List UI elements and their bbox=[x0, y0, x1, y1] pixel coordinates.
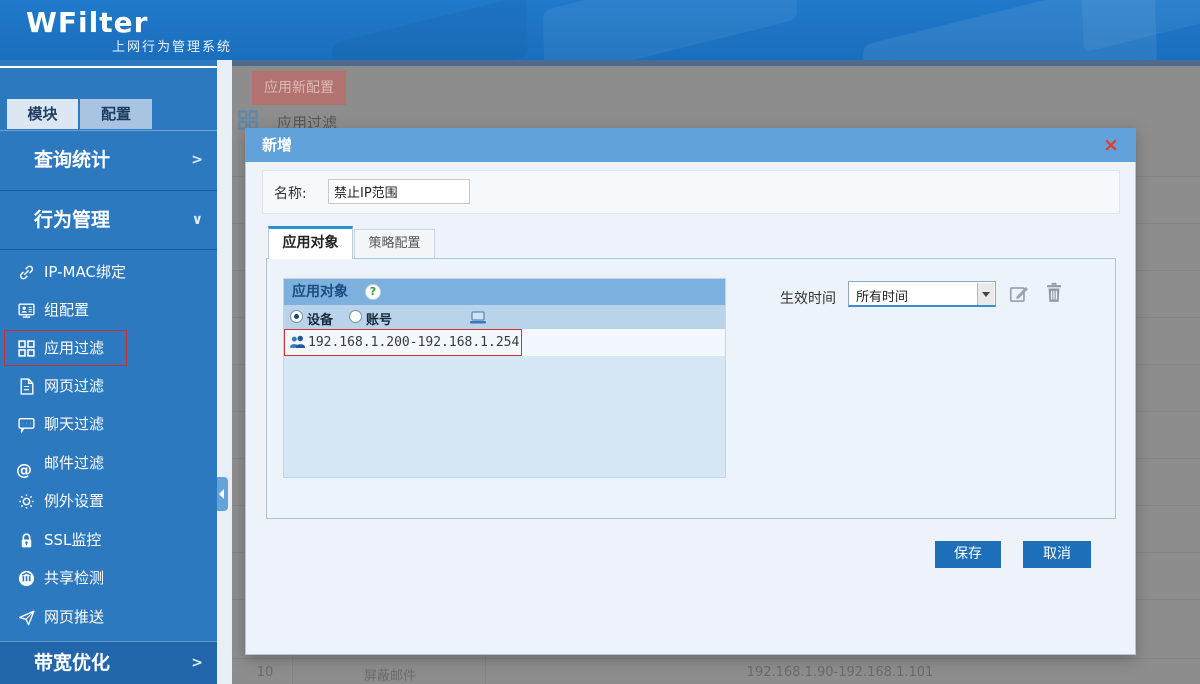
sidebar-item-chat-filter[interactable]: 聊天过滤 bbox=[0, 405, 217, 443]
brand-subtitle: 上网行为管理系统 bbox=[112, 40, 233, 55]
tab-apply-objects[interactable]: 应用对象 bbox=[268, 226, 353, 259]
sidebar-gutter bbox=[217, 60, 232, 684]
sidebar-item-label: IP-MAC绑定 bbox=[44, 263, 126, 281]
apply-new-config-button[interactable]: 应用新配置 bbox=[252, 71, 346, 105]
sidebar-item-label: 共享检测 bbox=[44, 569, 105, 587]
panel-header-label: 应用对象 bbox=[292, 284, 348, 300]
table-row-name: 屏蔽邮件 bbox=[363, 669, 416, 684]
table-row-line bbox=[232, 658, 1200, 659]
schedule-selected-value: 所有时间 bbox=[856, 290, 909, 305]
sidebar-item-ip-mac-binding[interactable]: IP-MAC绑定 bbox=[0, 253, 217, 291]
header-deco-key bbox=[331, 0, 529, 60]
name-input[interactable] bbox=[328, 179, 470, 204]
section-label: 查询统计 bbox=[34, 149, 111, 171]
object-type-row: 设备 账号 bbox=[284, 305, 725, 329]
radio-device-label[interactable]: 设备 bbox=[307, 309, 333, 328]
sidebar-collapse-handle[interactable] bbox=[217, 477, 228, 511]
section-label: 带宽优化 bbox=[34, 652, 111, 674]
sidebar-item-web-push[interactable]: 网页推送 bbox=[0, 598, 217, 636]
sidebar-section-behavior-mgmt[interactable]: 行为管理 ∨ bbox=[0, 192, 217, 250]
tab-policy-config[interactable]: 策略配置 bbox=[354, 229, 435, 259]
radio-account-label[interactable]: 账号 bbox=[366, 309, 392, 328]
cancel-button[interactable]: 取消 bbox=[1023, 541, 1091, 568]
sidebar-tab-module[interactable]: 模块 bbox=[7, 99, 78, 129]
sidebar-item-label: 邮件过滤 bbox=[44, 454, 105, 472]
panel-header: 应用对象 ? bbox=[284, 279, 725, 305]
share-detect-icon bbox=[17, 569, 37, 589]
link-icon bbox=[17, 263, 37, 283]
sidebar-section-query-stats[interactable]: 查询统计 > bbox=[0, 131, 217, 191]
sidebar-item-label: SSL监控 bbox=[44, 531, 102, 549]
sidebar-top-divider bbox=[0, 66, 217, 68]
sidebar-item-ssl-monitor[interactable]: SSL监控 bbox=[0, 521, 217, 559]
delete-schedule-icon[interactable] bbox=[1044, 281, 1064, 308]
dialog-title: 新增 bbox=[262, 136, 293, 154]
app-header: WFilter 上网行为管理系统 bbox=[0, 0, 1200, 60]
sidebar-section-bandwidth[interactable]: 带宽优化 > bbox=[0, 641, 217, 684]
close-icon[interactable]: × bbox=[1098, 132, 1124, 158]
item-highlight-border bbox=[284, 329, 522, 356]
save-button[interactable]: 保存 bbox=[935, 541, 1001, 568]
sidebar-item-exception-settings[interactable]: 例外设置 bbox=[0, 482, 217, 520]
sidebar-item-label: 网页推送 bbox=[44, 608, 105, 626]
radio-device[interactable] bbox=[290, 310, 303, 323]
group-config-icon bbox=[17, 301, 37, 321]
exception-settings-icon bbox=[17, 492, 37, 512]
web-filter-icon bbox=[17, 377, 37, 397]
table-row-index: 10 bbox=[256, 665, 274, 680]
chevron-right-icon: > bbox=[191, 655, 203, 671]
sidebar-item-group-config[interactable]: 组配置 bbox=[0, 291, 217, 329]
sidebar-item-label: 例外设置 bbox=[44, 492, 105, 510]
name-field-label: 名称: bbox=[274, 186, 307, 202]
dialog-titlebar bbox=[245, 128, 1136, 162]
device-browse-icon[interactable] bbox=[469, 310, 487, 329]
sidebar-item-mail-filter[interactable]: @ 邮件过滤 bbox=[0, 444, 217, 482]
ip-range-list-item[interactable]: 192.168.1.200-192.168.1.254 bbox=[284, 329, 725, 356]
sidebar-item-label: 聊天过滤 bbox=[44, 415, 105, 433]
chevron-right-icon: > bbox=[191, 152, 203, 168]
edit-schedule-icon[interactable] bbox=[1008, 283, 1030, 309]
sidebar-item-web-filter[interactable]: 网页过滤 bbox=[0, 367, 217, 405]
header-deco-key bbox=[542, 0, 798, 60]
table-row-target: 192.168.1.90-192.168.1.101 bbox=[746, 665, 934, 680]
section-label: 行为管理 bbox=[34, 209, 111, 231]
web-push-icon bbox=[17, 608, 37, 628]
schedule-label: 生效时间 bbox=[780, 291, 836, 307]
dropdown-arrow-icon[interactable] bbox=[977, 283, 994, 305]
ssl-monitor-icon bbox=[17, 531, 37, 551]
wfilter-app: WFilter 上网行为管理系统 模块 配置 查询统计 > 行为管理 ∨ IP-… bbox=[0, 0, 1200, 684]
help-icon[interactable]: ? bbox=[365, 284, 381, 300]
sidebar-item-share-detect[interactable]: 共享检测 bbox=[0, 559, 217, 597]
sidebar-tab-config[interactable]: 配置 bbox=[80, 99, 152, 129]
chat-filter-icon bbox=[17, 415, 37, 435]
sidebar-item-label: 组配置 bbox=[44, 301, 90, 319]
chevron-down-icon: ∨ bbox=[191, 212, 203, 228]
radio-account[interactable] bbox=[349, 310, 362, 323]
mail-filter-icon: @ bbox=[16, 460, 32, 479]
apply-objects-panel: 应用对象 ? 设备 账号 192.168.1.200-192.168.1.254 bbox=[283, 278, 726, 478]
schedule-select[interactable]: 所有时间 bbox=[848, 281, 996, 307]
content-top-strip bbox=[232, 60, 1200, 66]
brand-logo: WFilter bbox=[26, 6, 149, 39]
active-item-highlight bbox=[4, 330, 127, 366]
sidebar-item-label: 网页过滤 bbox=[44, 377, 105, 395]
